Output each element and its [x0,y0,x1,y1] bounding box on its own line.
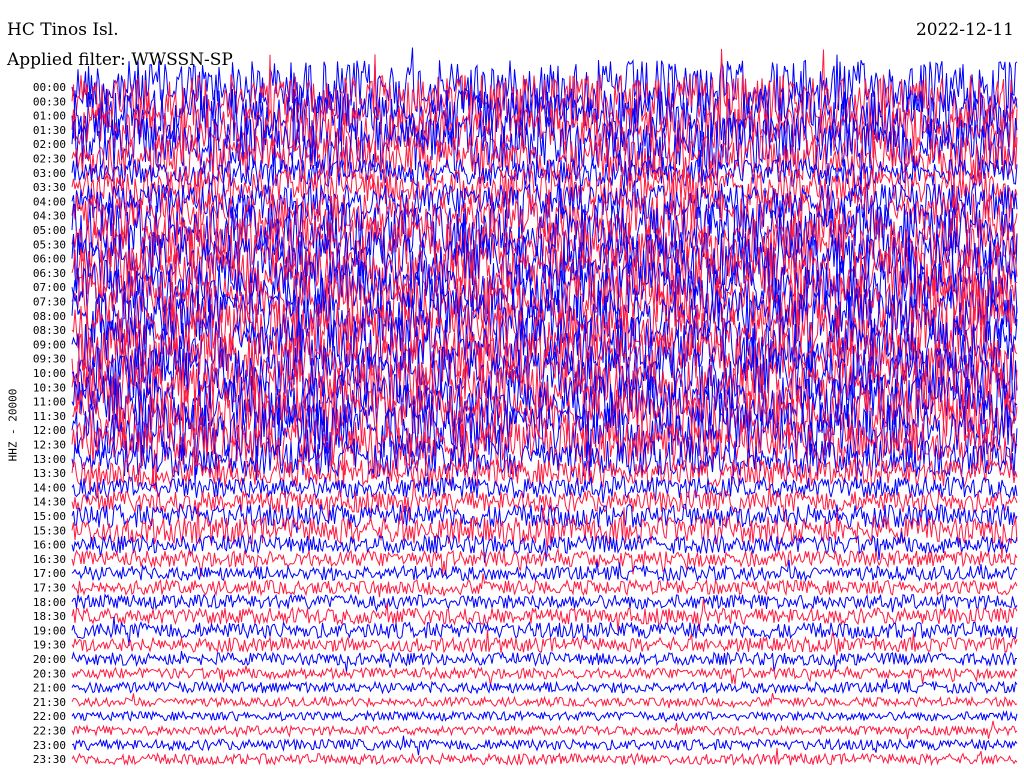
time-label: 02:00 [33,138,66,151]
time-label: 19:30 [33,639,66,652]
time-label: 16:00 [33,539,66,552]
time-label: 08:30 [33,324,66,337]
trace-row-2230 [71,720,1018,740]
time-label: 17:30 [33,582,66,595]
time-label: 05:30 [33,238,66,251]
time-label: 07:00 [33,281,66,294]
time-label: 13:30 [33,467,66,480]
time-label: 23:30 [33,753,66,766]
time-label: 05:00 [33,224,66,237]
time-label: 04:00 [33,195,66,208]
time-label: 10:30 [33,381,66,394]
time-label: 19:00 [33,624,66,637]
time-label: 12:00 [33,424,66,437]
time-label: 01:00 [33,110,66,123]
time-label: 14:30 [33,496,66,509]
time-label: 20:30 [33,667,66,680]
time-label: 13:00 [33,453,66,466]
time-label: 11:00 [33,396,66,409]
time-label: 03:00 [33,167,66,180]
time-label: 00:00 [33,81,66,94]
time-label: 15:30 [33,524,66,537]
trace-row-2130 [71,692,1018,709]
trace-row-2200 [71,709,1018,723]
time-label: 21:30 [33,696,66,709]
trace-row-1800 [71,593,1018,613]
time-label: 21:00 [33,682,66,695]
helicorder-plot: 00:0000:30 01:0001:3002:00 02:3003:0003:30… [33,47,1018,767]
time-label: 01:30 [33,124,66,137]
time-label: 23:00 [33,739,66,752]
time-label: 02:30 [33,153,66,166]
time-label: 22:30 [33,725,66,738]
time-label: 03:30 [33,181,66,194]
time-label: 10:00 [33,367,66,380]
time-label: 12:30 [33,439,66,452]
time-label: 04:30 [33,210,66,223]
trace-row-2300 [71,735,1018,756]
time-label-group: 00:0000:30 01:0001:3002:00 02:3003:0003:30… [33,81,66,766]
time-label: 18:30 [33,610,66,623]
time-label: 18:00 [33,596,66,609]
trace-row-2100 [71,678,1018,695]
time-label: 00:30 [33,95,66,108]
time-label: 09:00 [33,338,66,351]
time-label: 22:00 [33,710,66,723]
trace-row-1830 [71,598,1018,632]
time-label: 11:30 [33,410,66,423]
time-label: 06:00 [33,253,66,266]
time-label: 06:30 [33,267,66,280]
time-label: 07:30 [33,296,66,309]
time-label: 16:30 [33,553,66,566]
time-label: 15:00 [33,510,66,523]
time-label: 17:00 [33,567,66,580]
trace-group [71,47,1018,767]
time-label: 08:00 [33,310,66,323]
time-label: 14:00 [33,481,66,494]
time-label: 20:00 [33,653,66,666]
time-label: 09:30 [33,353,66,366]
